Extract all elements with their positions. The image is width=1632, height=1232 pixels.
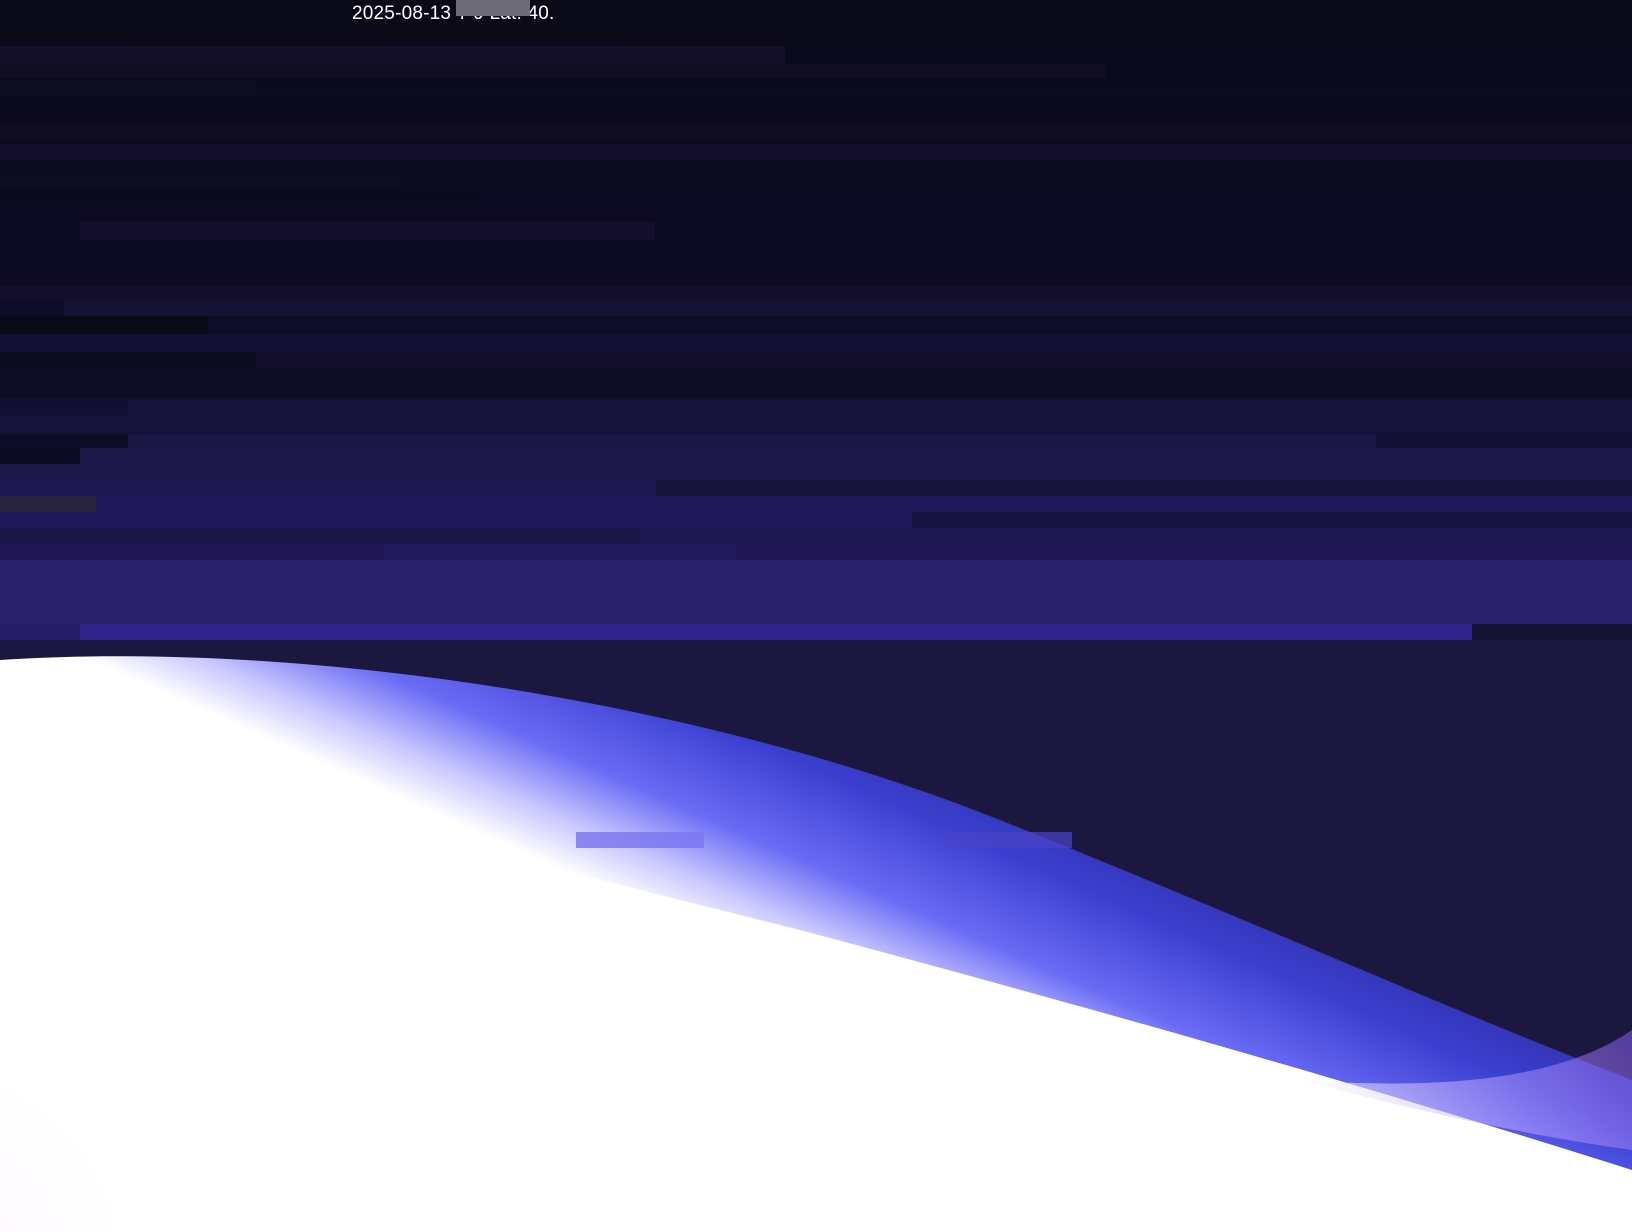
earth-limb-photo [0, 0, 1632, 1232]
redaction-box [456, 0, 530, 16]
photo-scene: 2025-08-13 T 9 Lat: 40. [0, 0, 1632, 1232]
